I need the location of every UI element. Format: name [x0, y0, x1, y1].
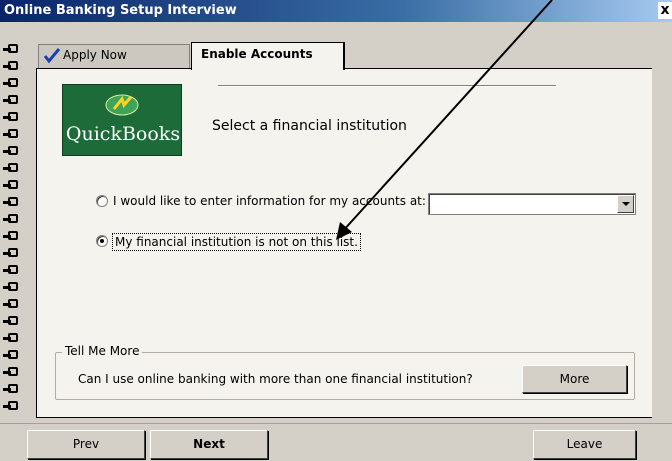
radio-not-on-list[interactable]: [96, 235, 108, 247]
spiral-ring: [3, 367, 21, 378]
tab-enable-accounts-label: Enable Accounts: [201, 47, 313, 61]
spiral-ring: [3, 163, 21, 174]
coin-icon: [105, 94, 139, 116]
tab-apply-now-label: Apply Now: [63, 48, 127, 62]
prev-button[interactable]: Prev: [27, 430, 145, 459]
chevron-down-icon[interactable]: [617, 195, 634, 213]
tell-me-more-question: Can I use online banking with more than …: [78, 372, 473, 386]
tab-apply-now[interactable]: Apply Now: [38, 44, 190, 68]
spiral-ring: [3, 197, 21, 208]
header-divider: [218, 85, 556, 87]
institution-select[interactable]: [428, 193, 636, 215]
radio-enter-info[interactable]: [96, 195, 108, 207]
spiral-ring: [3, 214, 21, 225]
checkmark-icon: [43, 48, 61, 64]
logo-brand-text: QuickBooks: [65, 123, 181, 145]
notebook-spiral: [0, 44, 26, 416]
spiral-ring: [3, 44, 21, 55]
spiral-ring: [3, 384, 21, 395]
close-icon[interactable]: x: [658, 2, 672, 19]
spiral-ring: [3, 265, 21, 276]
radio-enter-info-label[interactable]: I would like to enter information for my…: [113, 194, 426, 208]
spiral-ring: [3, 129, 21, 140]
spiral-ring: [3, 316, 21, 327]
spiral-ring: [3, 112, 21, 123]
spiral-ring: [3, 180, 21, 191]
tell-me-more-title: Tell Me More: [62, 344, 143, 358]
page-heading: Select a financial institution: [212, 118, 407, 134]
next-button[interactable]: Next: [150, 430, 268, 459]
spiral-ring: [3, 95, 21, 106]
spiral-ring: [3, 146, 21, 157]
spiral-ring: [3, 248, 21, 259]
spiral-ring: [3, 333, 21, 344]
spiral-ring: [3, 350, 21, 361]
tab-enable-accounts[interactable]: Enable Accounts: [191, 42, 345, 70]
spiral-ring: [3, 231, 21, 242]
spiral-ring: [3, 78, 21, 89]
page-edge: [652, 48, 672, 423]
window-title: Online Banking Setup Interview: [4, 3, 237, 18]
quickbooks-logo: QuickBooks: [62, 84, 182, 156]
radio-not-on-list-label[interactable]: My financial institution is not on this …: [112, 233, 361, 251]
spiral-ring: [3, 61, 21, 72]
leave-button[interactable]: Leave: [533, 430, 636, 459]
spiral-ring: [3, 401, 21, 412]
spiral-ring: [3, 282, 21, 293]
spiral-ring: [3, 299, 21, 310]
title-bar: Online Banking Setup Interview x: [0, 0, 672, 22]
footer-divider: [0, 423, 672, 424]
more-button[interactable]: More: [522, 365, 627, 393]
